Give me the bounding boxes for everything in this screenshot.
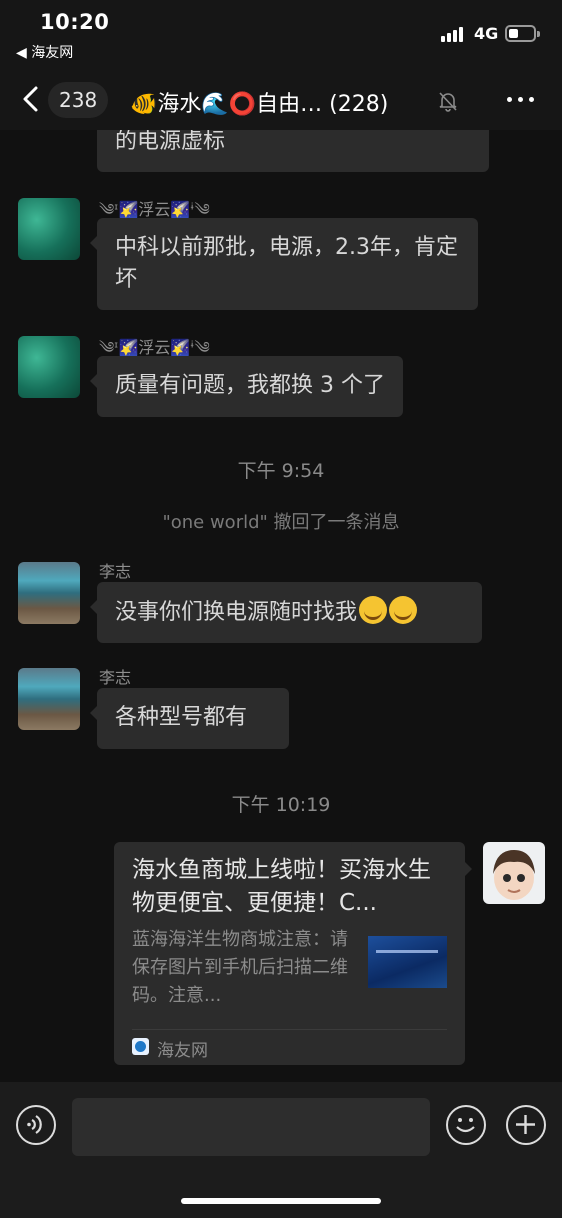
status-bar: 10:20 ◀ 海友网 4G (0, 0, 562, 72)
message-bubble[interactable]: 中科以前那批，电源，2.3年，肯定坏 (90, 218, 478, 310)
back-to-app-link[interactable]: ◀ 海友网 (16, 42, 73, 62)
message-text: 质量有问题，我都换 3 个了 (115, 373, 385, 398)
sender-name: 李志 (99, 562, 132, 581)
mute-bell-icon (439, 92, 457, 112)
unread-count-badge[interactable]: 238 (48, 82, 109, 118)
chat-title[interactable]: 🐠海水🌊⭕自由… (228) (130, 86, 460, 118)
network-type: 4G (474, 24, 499, 43)
sender-name: 李志 (99, 668, 132, 687)
link-card-title: 海水鱼商城上线啦！买海水生物更便宜、更便捷！C... (132, 857, 431, 916)
link-card-source: 海友网 (157, 1041, 208, 1061)
avatar[interactable] (18, 562, 80, 624)
laughing-emoji-icon (389, 596, 418, 624)
message-bubble[interactable]: 没事你们换电源随时找我 (90, 582, 482, 643)
message-bubble[interactable]: 的电源虚标 (97, 130, 489, 172)
laughing-emoji-icon (359, 596, 388, 624)
message-text: 没事你们换电源随时找我 (115, 600, 358, 625)
message-text: 中科以前那批，电源，2.3年，肯定坏 (115, 235, 458, 292)
my-avatar[interactable] (483, 842, 545, 904)
voice-icon[interactable] (16, 1105, 56, 1145)
divider (132, 1029, 447, 1030)
link-card[interactable]: 海水鱼商城上线啦！买海水生物更便宜、更便捷！C... 蓝海海洋生物商城注意：请保… (114, 842, 472, 1065)
emoji-icon[interactable] (446, 1105, 486, 1145)
timestamp: 下午 9:54 (237, 460, 325, 482)
message-bubble[interactable]: 各种型号都有 (90, 688, 289, 749)
message-list[interactable]: 的电源虚标 ༄ᶦ🌠浮云🌠ᶤ༄ 中科以前那批，电源，2.3年，肯定坏 ༄ᶦ🌠浮云🌠… (0, 130, 562, 1082)
back-chevron-icon[interactable] (20, 84, 46, 114)
message-text: 各种型号都有 (115, 705, 248, 730)
message-bubble[interactable]: 质量有问题，我都换 3 个了 (90, 356, 403, 417)
avatar[interactable] (18, 198, 80, 260)
chat-header: 238 🐠海水🌊⭕自由… (228) (0, 72, 562, 130)
status-time: 10:20 (40, 10, 110, 34)
home-indicator[interactable] (181, 1198, 381, 1204)
message-text: 的电源虚标 (115, 130, 226, 154)
more-dots-icon[interactable] (504, 86, 538, 112)
plus-icon[interactable] (506, 1105, 546, 1145)
link-card-description: 蓝海海洋生物商城注意：请保存图片到手机后扫描二维码。注意... (132, 929, 348, 1006)
battery-level (509, 29, 518, 38)
source-logo-icon (132, 1038, 149, 1055)
timestamp: 下午 10:19 (231, 794, 331, 816)
battery-icon (505, 25, 540, 42)
recall-notice: "one world" 撤回了一条消息 (162, 512, 400, 533)
link-card-thumbnail (368, 936, 447, 988)
message-input[interactable] (72, 1098, 430, 1156)
signal-icon (441, 26, 467, 42)
avatar[interactable] (18, 668, 80, 730)
avatar[interactable] (18, 336, 80, 398)
